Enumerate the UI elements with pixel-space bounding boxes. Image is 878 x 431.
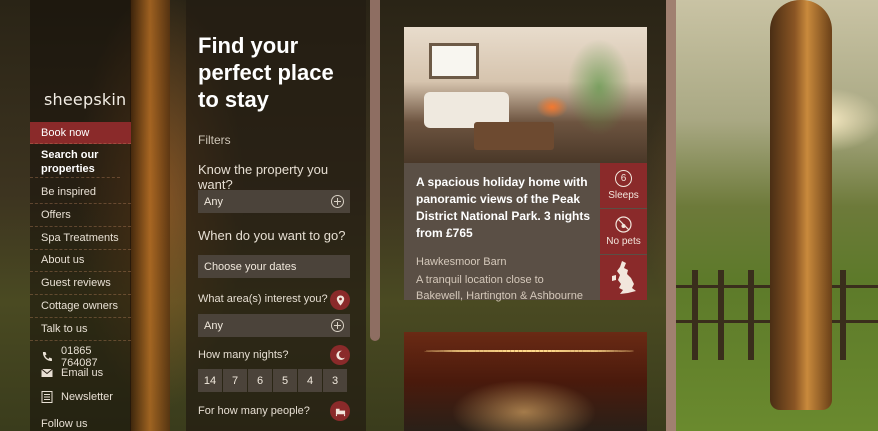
filters-heading: Filters (198, 133, 231, 147)
dates-picker[interactable]: Choose your dates (198, 255, 350, 278)
people-label: For how many people? (198, 405, 310, 417)
photo-window (429, 43, 479, 79)
property-name: Hawkesmoor Barn (416, 256, 507, 268)
main-nav: sheepskin Book now Search our properties… (30, 0, 131, 431)
newsletter-label: Newsletter (61, 391, 113, 403)
nights-option[interactable]: 3 (323, 369, 347, 392)
email-link[interactable]: Email us (41, 367, 103, 379)
sleeps-count: 6 (615, 170, 632, 187)
no-pets-icon (615, 216, 632, 233)
fence-post (718, 270, 724, 360)
fence-post (692, 270, 698, 360)
nav-item-offers[interactable]: Offers (30, 208, 131, 227)
scrollbar[interactable] (370, 0, 380, 341)
nav-item-guest-reviews[interactable]: Guest reviews (30, 276, 131, 295)
sleeps-label: Sleeps (608, 190, 639, 201)
nav-item-follow-us[interactable]: Follow us (30, 417, 131, 431)
nav-item-search-properties[interactable]: Search our properties (30, 148, 120, 178)
nights-option[interactable]: 5 (273, 369, 297, 392)
location-badge (600, 255, 647, 300)
property-card-2[interactable] (404, 332, 647, 431)
area-select-value: Any (204, 319, 223, 332)
divider (666, 0, 676, 431)
filters-panel: Find your perfect place to stay Filters … (186, 0, 366, 431)
nights-option[interactable]: 6 (248, 369, 272, 392)
newsletter-icon (41, 391, 53, 403)
area-label: What area(s) interest you? (198, 293, 328, 305)
nights-option[interactable]: 4 (298, 369, 322, 392)
nights-option[interactable]: 14 (198, 369, 222, 392)
nav-item-spa-treatments[interactable]: Spa Treatments (30, 231, 131, 250)
property-badges: 6 Sleeps No pets (600, 163, 647, 301)
envelope-icon (41, 368, 53, 377)
dates-picker-value: Choose your dates (204, 260, 297, 273)
phone-number: 01865 764087 (60, 345, 98, 369)
logo[interactable]: sheepskin (44, 90, 126, 109)
when-label: When do you want to go? (198, 228, 346, 243)
map-pin-icon (330, 290, 350, 310)
tree-trunk-left (130, 0, 170, 431)
plus-icon (331, 319, 344, 332)
nav-item-book-now[interactable]: Book now (30, 122, 131, 144)
pets-label: No pets (606, 236, 641, 247)
tree-trunk (770, 0, 832, 410)
nav-item-be-inspired[interactable]: Be inspired (30, 185, 131, 204)
property-label: Know the property you want? (198, 162, 329, 192)
nav-item-about-us[interactable]: About us (30, 253, 131, 272)
moon-icon (330, 345, 350, 365)
property-details: A spacious holiday home with panoramic v… (416, 174, 592, 304)
newsletter-link[interactable]: Newsletter (41, 391, 113, 403)
property-photo[interactable] (404, 27, 647, 163)
property-select-value: Any (204, 195, 223, 208)
phone-link[interactable]: 01865 764087 (41, 345, 131, 369)
bed-icon (330, 401, 350, 421)
sleeps-badge: 6 Sleeps (600, 163, 647, 208)
fence-post (748, 270, 754, 360)
plus-icon (331, 195, 344, 208)
nav-item-cottage-owners[interactable]: Cottage owners (30, 299, 131, 318)
string-lights (424, 350, 634, 352)
property-select[interactable]: Any (198, 190, 350, 213)
property-headline[interactable]: A spacious holiday home with panoramic v… (416, 174, 592, 242)
property-description: A tranquil location close to Bakewell, H… (416, 274, 583, 302)
nights-option[interactable]: 7 (223, 369, 247, 392)
property-card[interactable]: A spacious holiday home with panoramic v… (404, 27, 647, 302)
page-title: Find your perfect place to stay (198, 33, 334, 112)
email-label: Email us (61, 367, 104, 379)
fence-post (840, 270, 846, 360)
photo-table (474, 122, 554, 150)
nav-item-talk-to-us[interactable]: Talk to us (30, 322, 131, 341)
pets-badge: No pets (600, 209, 647, 254)
nights-options: 14 7 6 5 4 3 (198, 369, 347, 392)
uk-map-icon (611, 260, 636, 294)
nights-label: How many nights? (198, 349, 289, 361)
phone-icon (42, 352, 52, 362)
area-select[interactable]: Any (198, 314, 350, 337)
